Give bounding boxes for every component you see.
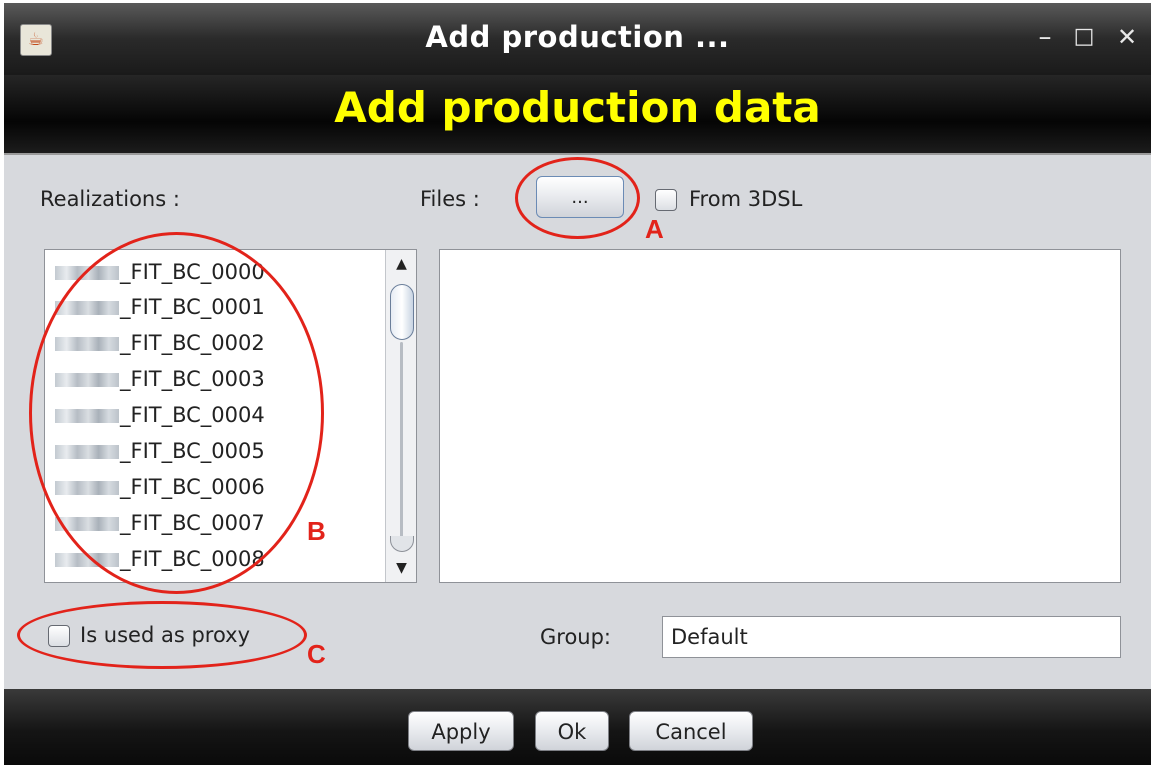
redacted-prefix	[55, 301, 119, 315]
scrollbar-thumb[interactable]	[390, 284, 414, 340]
group-label: Group:	[540, 625, 612, 649]
ok-button[interactable]: Ok	[535, 711, 609, 751]
list-item[interactable]: _FIT_BC_0003	[55, 362, 265, 396]
redacted-prefix	[55, 266, 119, 280]
proxy-label: Is used as proxy	[80, 623, 251, 647]
apply-button[interactable]: Apply	[408, 711, 514, 751]
scrollbar-track-end	[390, 536, 414, 552]
realizations-list[interactable]: _FIT_BC_0000 _FIT_BC_0001 _FIT_BC_0002 _…	[44, 249, 417, 583]
from-3dsl-label: From 3DSL	[689, 187, 803, 211]
annotation-label-c: C	[307, 639, 326, 669]
from-3dsl-checkbox[interactable]	[655, 189, 677, 211]
browse-files-button[interactable]: ...	[536, 176, 624, 218]
banner-title: Add production data	[334, 83, 821, 132]
redacted-prefix	[55, 517, 119, 531]
list-item[interactable]: _FIT_BC_0004	[55, 398, 265, 432]
files-list[interactable]	[439, 249, 1121, 583]
dialog-window: ☕ Add production ... – □ ✕ Add productio…	[4, 3, 1151, 765]
list-item[interactable]: _FIT_BC_0001	[55, 290, 265, 324]
annotation-label-a: A	[645, 214, 664, 244]
redacted-prefix	[55, 481, 119, 495]
list-item[interactable]: _FIT_BC_0002	[55, 326, 265, 360]
scroll-down-arrow-icon[interactable]: ▼	[386, 554, 416, 582]
proxy-checkbox[interactable]	[48, 625, 70, 647]
list-item[interactable]: _FIT_BC_0007	[55, 506, 265, 540]
realizations-label: Realizations :	[40, 187, 180, 211]
close-button[interactable]: ✕	[1112, 21, 1142, 53]
window-title: Add production ...	[425, 20, 730, 54]
redacted-prefix	[55, 553, 119, 567]
annotation-label-b: B	[307, 516, 326, 546]
cancel-button[interactable]: Cancel	[629, 711, 753, 751]
group-input[interactable]	[662, 616, 1121, 658]
redacted-prefix	[55, 409, 119, 423]
redacted-prefix	[55, 373, 119, 387]
redacted-prefix	[55, 337, 119, 351]
header-banner: Add production data	[4, 75, 1151, 155]
files-label: Files :	[420, 187, 480, 211]
list-item[interactable]: _FIT_BC_0000	[55, 255, 265, 289]
minimize-button[interactable]: –	[1030, 21, 1060, 53]
list-item[interactable]: _FIT_BC_0008	[55, 542, 265, 576]
redacted-prefix	[55, 445, 119, 459]
list-item[interactable]: _FIT_BC_0005	[55, 434, 265, 468]
list-item[interactable]: _FIT_BC_0006	[55, 470, 265, 504]
maximize-button[interactable]: □	[1069, 21, 1099, 53]
realizations-scrollbar[interactable]: ▲ ▼	[385, 250, 416, 582]
scrollbar-track[interactable]	[400, 342, 403, 548]
title-bar[interactable]: ☕ Add production ... – □ ✕	[4, 3, 1151, 75]
scroll-up-arrow-icon[interactable]: ▲	[386, 250, 416, 278]
